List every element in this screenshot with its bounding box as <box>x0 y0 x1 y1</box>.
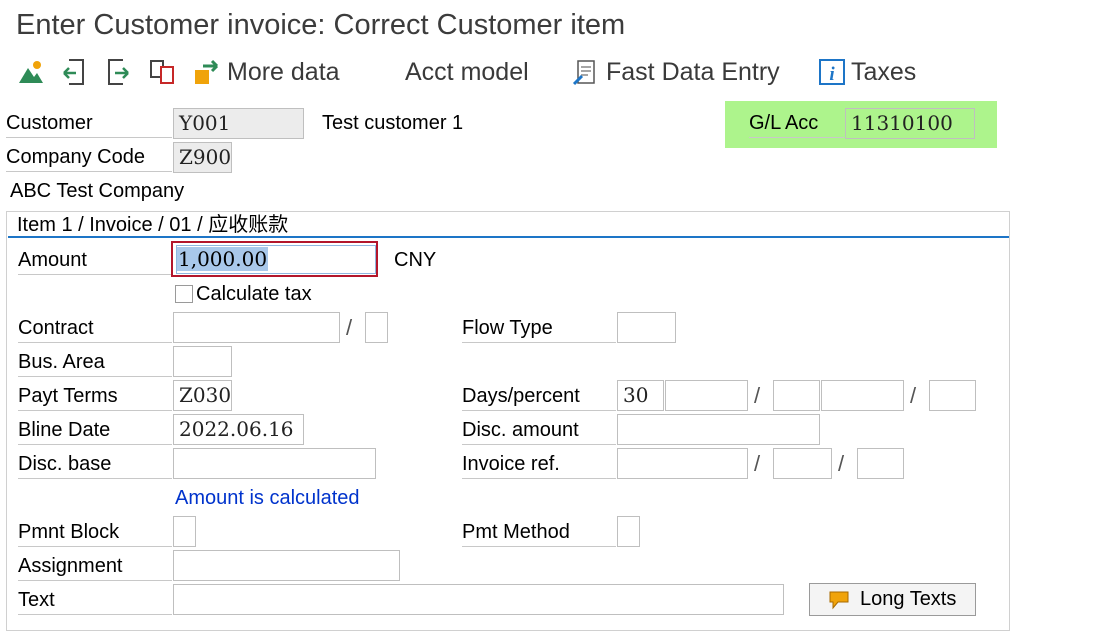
flow-type-field[interactable] <box>617 312 676 343</box>
days-separator-2: / <box>910 383 917 408</box>
next-document-icon[interactable] <box>104 58 132 86</box>
svg-text:i: i <box>829 64 835 85</box>
pmnt-block-label: Pmnt Block <box>18 518 172 547</box>
calculate-tax-label: Calculate tax <box>196 283 312 305</box>
customer-field[interactable]: Y001 <box>173 108 304 139</box>
assignment-label: Assignment <box>18 552 172 581</box>
pmt-method-field[interactable] <box>617 516 640 547</box>
days3-field[interactable] <box>929 380 976 411</box>
contract-field[interactable] <box>173 312 340 343</box>
invoice-ref-separator-1: / <box>754 451 761 476</box>
payt-terms-label: Payt Terms <box>18 382 172 411</box>
fast-data-entry-icon[interactable] <box>572 58 600 86</box>
currency-label: CNY <box>394 249 437 271</box>
invoice-ref-field[interactable] <box>617 448 748 479</box>
days2-field[interactable] <box>773 380 820 411</box>
bus-area-label: Bus. Area <box>18 348 172 377</box>
gl-acc-label: G/L Acc <box>749 109 844 138</box>
group-title-underline <box>8 236 1009 238</box>
contract-separator: / <box>346 315 353 340</box>
percent2-field[interactable] <box>821 380 904 411</box>
days-separator-1: / <box>754 383 761 408</box>
long-texts-button[interactable]: Long Texts <box>809 583 976 616</box>
long-texts-icon <box>828 589 850 611</box>
bline-date-field[interactable]: 2022.06.16 <box>173 414 304 445</box>
fast-data-entry-button[interactable]: Fast Data Entry <box>606 57 780 87</box>
disc-base-label: Disc. base <box>18 450 172 479</box>
company-code-label: Company Code <box>6 143 172 172</box>
amount-label: Amount <box>18 246 172 275</box>
invoice-ref-separator-2: / <box>838 451 845 476</box>
invoice-ref-label: Invoice ref. <box>462 450 616 479</box>
days-percent-label: Days/percent <box>462 382 616 411</box>
bline-date-label: Bline Date <box>18 416 172 445</box>
text-label: Text <box>18 586 172 615</box>
pmnt-block-field[interactable] <box>173 516 196 547</box>
customer-label: Customer <box>6 109 172 138</box>
calculate-tax-checkbox[interactable] <box>175 285 193 303</box>
amount-selected-text: 1,000.00 <box>177 247 269 271</box>
customer-name: Test customer 1 <box>322 112 464 134</box>
payt-terms-field[interactable]: Z030 <box>173 380 232 411</box>
invoice-ref-year-field[interactable] <box>773 448 832 479</box>
company-code-field[interactable]: Z900 <box>173 142 232 173</box>
disc-amount-field[interactable] <box>617 414 820 445</box>
gl-acc-field[interactable]: 11310100 <box>845 108 975 139</box>
amount-field[interactable]: 1,000.00 <box>176 245 376 274</box>
disc-amount-label: Disc. amount <box>462 416 616 445</box>
invoice-ref-item-field[interactable] <box>857 448 904 479</box>
assignment-field[interactable] <box>173 550 400 581</box>
long-texts-label: Long Texts <box>860 588 957 610</box>
more-data-button[interactable]: More data <box>227 57 340 87</box>
info-icon[interactable]: i <box>818 58 846 86</box>
item-group-title: Item 1 / Invoice / 01 / 应收账款 <box>17 214 289 236</box>
amount-calculated-note: Amount is calculated <box>175 487 360 509</box>
previous-document-icon[interactable] <box>60 58 88 86</box>
more-data-icon[interactable] <box>193 58 221 86</box>
flow-type-label: Flow Type <box>462 314 616 343</box>
days1-field[interactable]: 30 <box>617 380 664 411</box>
contract-type-field[interactable] <box>365 312 388 343</box>
acct-model-button[interactable]: Acct model <box>405 57 529 87</box>
window-title: Enter Customer invoice: Correct Customer… <box>16 9 626 41</box>
copy-icon[interactable] <box>148 58 176 86</box>
pmt-method-label: Pmt Method <box>462 518 616 547</box>
contract-label: Contract <box>18 314 172 343</box>
taxes-button[interactable]: Taxes <box>851 57 916 87</box>
bus-area-field[interactable] <box>173 346 232 377</box>
percent1-field[interactable] <box>665 380 748 411</box>
company-name: ABC Test Company <box>10 180 185 202</box>
mountain-icon[interactable] <box>17 58 45 86</box>
disc-base-field[interactable] <box>173 448 376 479</box>
text-field[interactable] <box>173 584 784 615</box>
